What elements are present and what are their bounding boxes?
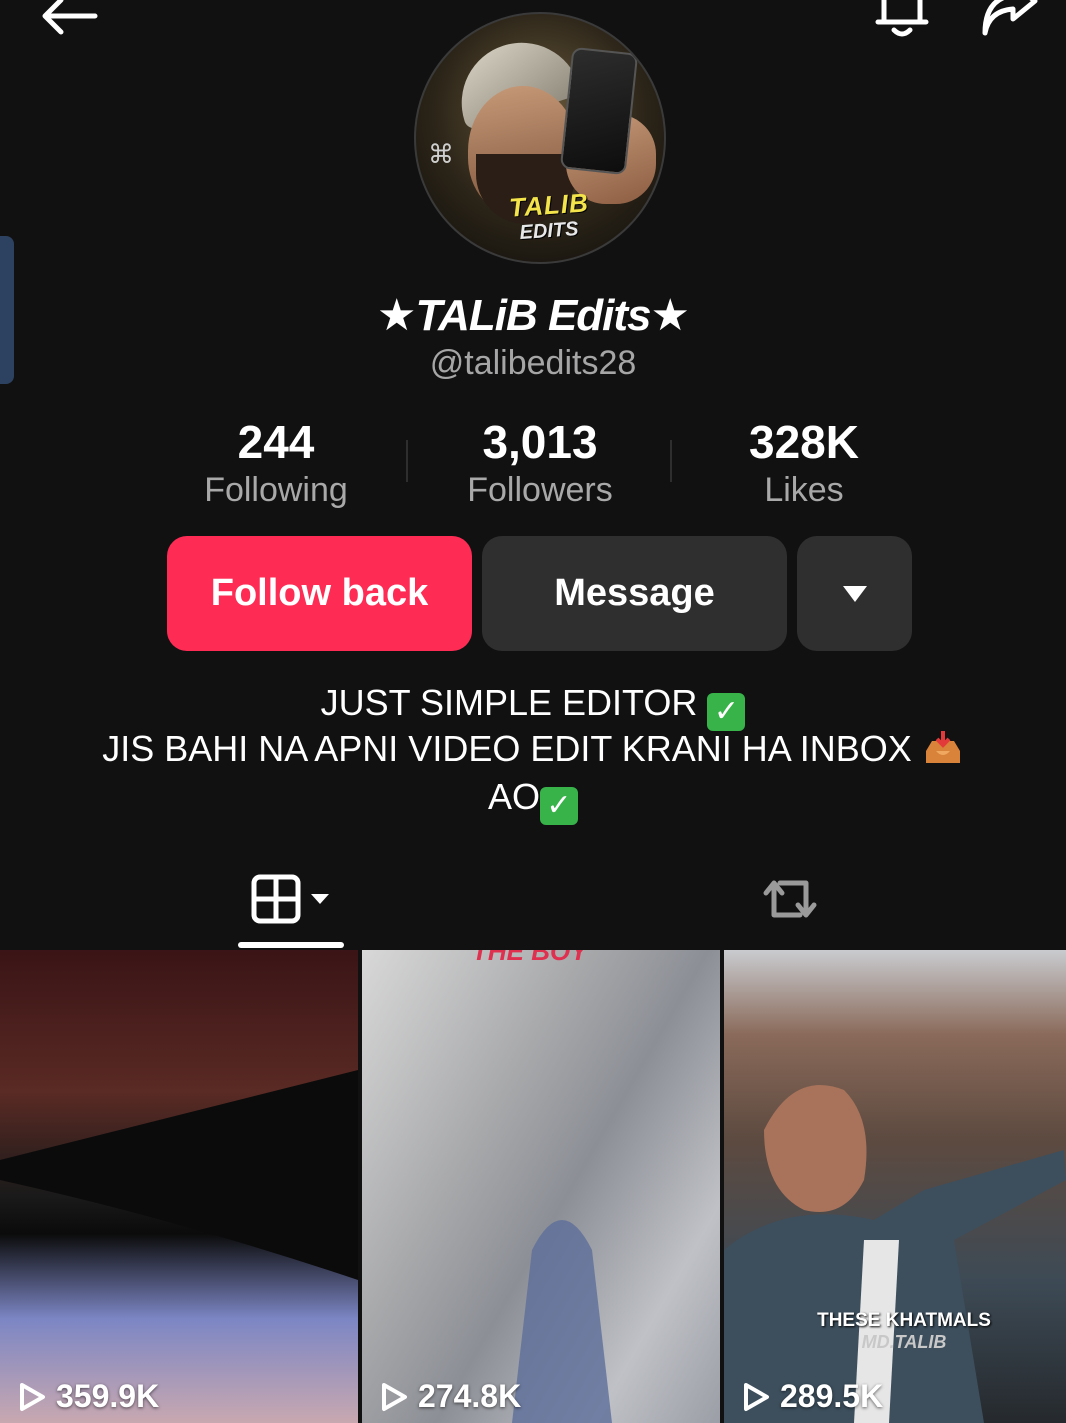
inbox-tray-icon bbox=[922, 729, 964, 767]
play-icon bbox=[744, 1382, 769, 1411]
check-mark-icon: ✓ bbox=[707, 693, 746, 731]
back-button[interactable] bbox=[28, 0, 108, 46]
thumbnail-shape bbox=[0, 1070, 358, 1280]
bio-line-2: JIS BAHI NA APNI VIDEO EDIT KRANI HA INB… bbox=[0, 728, 1066, 770]
repost-icon bbox=[763, 880, 817, 918]
play-icon bbox=[382, 1382, 407, 1411]
followers-count: 3,013 bbox=[482, 416, 598, 468]
view-count-text: 359.9K bbox=[56, 1378, 160, 1414]
video-grid: 359.9K THE BOY 274.8K THESE KHATMALS MD.… bbox=[0, 950, 1066, 1423]
tab-videos[interactable] bbox=[238, 860, 344, 938]
capcut-logo-icon: ⌘ bbox=[428, 140, 454, 170]
bio-line-1: JUST SIMPLE EDITOR ✓ bbox=[0, 682, 1066, 731]
bio-text-3: AO bbox=[487, 776, 540, 817]
more-options-button[interactable] bbox=[797, 536, 912, 651]
video-thumbnail[interactable]: 359.9K bbox=[0, 950, 358, 1423]
caret-down-icon bbox=[842, 585, 867, 602]
avatar-logo: TALIB EDITS bbox=[494, 187, 604, 244]
username-handle: @talibedits28 bbox=[429, 344, 637, 382]
thumbnail-shape bbox=[512, 1220, 612, 1423]
avatar-phone bbox=[559, 46, 639, 176]
profile-avatar[interactable]: ⌘ TALIB EDITS bbox=[414, 12, 666, 264]
share-button[interactable] bbox=[968, 0, 1048, 44]
stat-following[interactable]: 244 Following bbox=[156, 414, 396, 510]
view-count: 359.9K bbox=[18, 1378, 159, 1415]
bell-icon bbox=[875, 0, 929, 37]
message-button[interactable]: Message bbox=[482, 536, 787, 651]
display-name: ★TALiB Edits★ bbox=[377, 291, 690, 340]
following-count: 244 bbox=[237, 416, 315, 468]
check-mark-icon: ✓ bbox=[540, 787, 578, 825]
likes-count: 328K bbox=[749, 416, 859, 468]
active-tab-indicator bbox=[238, 942, 344, 948]
stat-followers[interactable]: 3,013 Followers bbox=[420, 414, 660, 510]
followers-label: Followers bbox=[467, 471, 613, 509]
grid-icon bbox=[251, 874, 301, 924]
likes-label: Likes bbox=[764, 471, 844, 509]
share-arrow-icon bbox=[982, 0, 1038, 36]
arrow-left-icon bbox=[42, 0, 98, 35]
video-thumbnail[interactable]: THESE KHATMALS MD.TALIB 289.5K bbox=[724, 950, 1066, 1423]
bio-text-1: JUST SIMPLE EDITOR bbox=[320, 682, 698, 723]
bio-text-2: JIS BAHI NA APNI VIDEO EDIT KRANI HA INB… bbox=[102, 728, 912, 769]
thumbnail-caption-line1: THESE KHATMALS bbox=[817, 1310, 991, 1331]
view-count: 274.8K bbox=[380, 1378, 521, 1415]
thumbnail-caption: THESE KHATMALS MD.TALIB bbox=[774, 1310, 1034, 1353]
follow-back-button[interactable]: Follow back bbox=[167, 536, 472, 651]
notifications-button[interactable] bbox=[864, 0, 940, 44]
view-count-text: 289.5K bbox=[780, 1378, 884, 1414]
stat-likes[interactable]: 328K Likes bbox=[684, 414, 924, 510]
play-icon bbox=[20, 1382, 45, 1411]
chevron-down-icon bbox=[311, 894, 329, 904]
view-count: 289.5K bbox=[742, 1378, 883, 1415]
following-label: Following bbox=[204, 471, 348, 509]
tab-reposts[interactable] bbox=[740, 860, 840, 938]
stat-divider bbox=[406, 440, 408, 482]
stat-divider bbox=[670, 440, 672, 482]
thumbnail-caption-line2: MD.TALIB bbox=[861, 1332, 947, 1352]
bio-line-3: AO ✓ bbox=[0, 776, 1066, 825]
view-count-text: 274.8K bbox=[418, 1378, 522, 1414]
video-thumbnail[interactable]: THE BOY 274.8K bbox=[362, 950, 720, 1423]
